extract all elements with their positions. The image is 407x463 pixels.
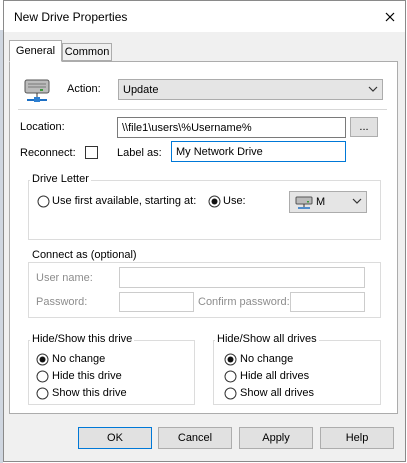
chevron-down-icon (368, 86, 378, 92)
use-first-label: Use first available, starting at: (52, 195, 197, 207)
drive-letter-group-title: Drive Letter (30, 173, 91, 186)
password-input[interactable] (119, 292, 194, 312)
reconnect-label: Reconnect: (20, 147, 76, 159)
connect-as-group-title: Connect as (optional) (30, 249, 139, 262)
user-name-label: User name: (36, 272, 93, 284)
no-change-all-radio[interactable] (224, 353, 237, 366)
title-bar: New Drive Properties (4, 1, 405, 32)
no-change-all-label: No change (240, 353, 294, 365)
use-label: Use: (223, 195, 246, 207)
password-label: Password: (36, 296, 88, 308)
show-all-drives-label: Show all drives (240, 387, 314, 399)
hide-all-drives-label: Hide all drives (240, 370, 310, 382)
hide-all-drives-radio[interactable] (224, 370, 237, 383)
use-first-radio[interactable] (37, 195, 50, 208)
location-label: Location: (20, 121, 65, 133)
show-this-drive-label: Show this drive (52, 387, 127, 399)
action-select-value: Update (123, 84, 159, 96)
action-label: Action: (67, 83, 101, 95)
separator (18, 109, 387, 110)
label-as-value: My Network Drive (176, 146, 263, 158)
ok-button[interactable]: OK (78, 427, 152, 449)
confirm-password-input[interactable] (290, 292, 365, 312)
tab-common[interactable]: Common (62, 43, 112, 61)
close-icon[interactable] (376, 4, 404, 30)
use-radio[interactable] (208, 195, 221, 208)
cancel-button[interactable]: Cancel (158, 427, 232, 449)
label-as-label: Label as: (117, 147, 162, 159)
drive-icon (295, 196, 313, 209)
browse-button[interactable]: ... (350, 117, 378, 137)
hide-this-drive-radio[interactable] (36, 370, 49, 383)
window-title: New Drive Properties (14, 10, 128, 24)
confirm-password-label: Confirm password: (198, 296, 290, 308)
show-this-drive-radio[interactable] (36, 387, 49, 400)
location-value: \\file1\users\%Username% (122, 122, 252, 134)
drive-letter-value: M (316, 196, 326, 208)
help-button[interactable]: Help (320, 427, 394, 449)
hide-show-drive-group-title: Hide/Show this drive (30, 333, 135, 346)
action-select[interactable]: Update (118, 79, 383, 100)
label-as-input[interactable]: My Network Drive (171, 141, 346, 162)
reconnect-checkbox[interactable] (85, 146, 98, 159)
network-drive-icon (24, 79, 50, 102)
location-input[interactable]: \\file1\users\%Username% (117, 117, 346, 138)
apply-button[interactable]: Apply (239, 427, 313, 449)
tab-general[interactable]: General (9, 40, 62, 62)
no-change-radio[interactable] (36, 353, 49, 366)
show-all-drives-radio[interactable] (224, 387, 237, 400)
chevron-down-icon (352, 198, 362, 204)
hide-show-all-group-title: Hide/Show all drives (215, 333, 319, 346)
no-change-label: No change (52, 353, 106, 365)
drive-letter-select[interactable]: M (289, 191, 367, 213)
user-name-input[interactable] (119, 267, 365, 288)
hide-this-drive-label: Hide this drive (52, 370, 122, 382)
